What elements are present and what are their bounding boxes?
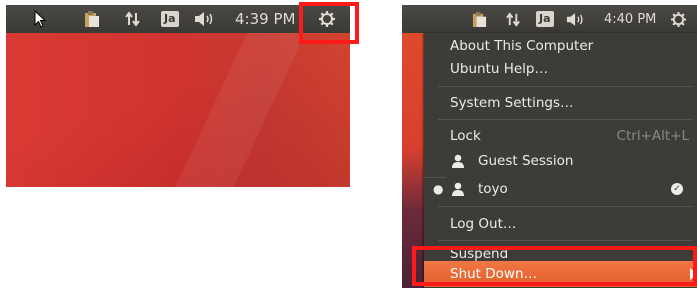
input-method-indicator[interactable]: Ja — [536, 11, 554, 27]
volume-icon[interactable] — [566, 5, 586, 33]
volume-icon[interactable] — [194, 5, 216, 33]
network-arrows-icon[interactable] — [125, 5, 141, 33]
menu-separator — [438, 206, 693, 207]
menu-item-help[interactable]: Ubuntu Help… — [424, 56, 697, 82]
clock[interactable]: 4:40 PM — [604, 5, 656, 33]
clipboard-icon[interactable] — [472, 5, 487, 33]
menu-item-lock[interactable]: Lock Ctrl+Alt+L — [424, 123, 697, 149]
active-user-dot-icon: ● — [433, 182, 444, 196]
network-arrows-icon[interactable] — [506, 5, 521, 33]
gear-icon[interactable] — [670, 5, 687, 33]
lock-shortcut: Ctrl+Alt+L — [616, 128, 689, 144]
user-icon — [452, 182, 464, 196]
menu-item-log-out[interactable]: Log Out… — [424, 211, 697, 237]
menu-item-guest-session[interactable]: Guest Session — [424, 148, 697, 174]
top-panel: Ja 4:40 PM — [402, 5, 697, 33]
clipboard-icon[interactable] — [84, 5, 100, 33]
highlight-gear-box — [299, 2, 359, 44]
mouse-cursor-icon — [34, 5, 46, 33]
input-method-indicator[interactable]: Ja — [161, 11, 179, 27]
available-status-icon: ✓ — [671, 183, 683, 195]
menu-separator — [438, 119, 693, 120]
menu-separator — [438, 86, 693, 87]
menu-item-user-toyo[interactable]: ● toyo ✓ — [424, 176, 697, 202]
highlight-shutdown-box — [412, 246, 697, 286]
clock[interactable]: 4:39 PM — [235, 5, 295, 33]
user-icon — [452, 154, 464, 168]
desktop-wallpaper — [6, 33, 350, 187]
menu-item-system-settings[interactable]: System Settings… — [424, 90, 697, 116]
